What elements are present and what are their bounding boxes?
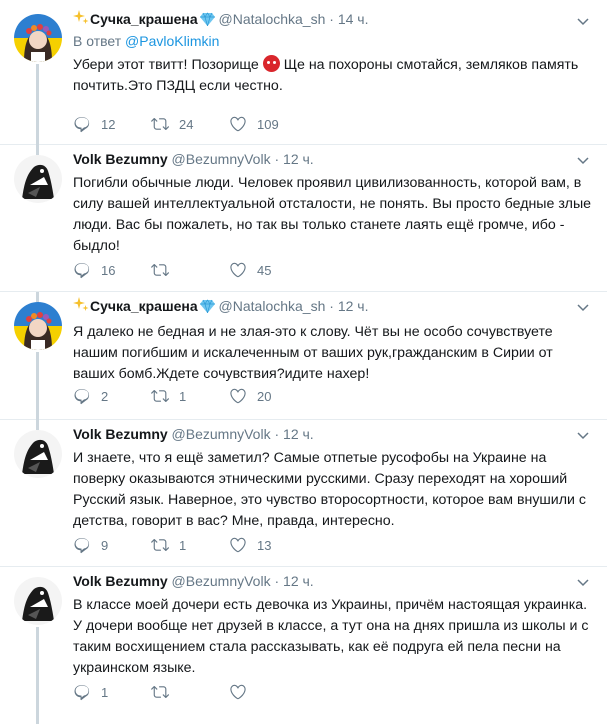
reply-button[interactable]: 9: [73, 536, 151, 554]
tweet-text: И знаете, что я ещё заметил? Самые отпет…: [73, 450, 586, 529]
reply-count: 2: [101, 388, 109, 404]
handle[interactable]: @BezumnyVolk: [172, 151, 271, 167]
heart-icon: [229, 387, 247, 405]
like-count: 20: [257, 388, 272, 404]
reply-count: 16: [101, 262, 116, 278]
like-button[interactable]: 13: [229, 536, 307, 554]
reply-prefix: В ответ: [73, 33, 122, 49]
thread-line: [36, 420, 39, 430]
tweet-3[interactable]: Сучка_крашена @Natalochka_sh · 12 ч. Я д…: [0, 292, 607, 420]
tweet-text-part: Убери этот твитт! Позорище: [73, 57, 263, 73]
display-name[interactable]: Сучка_крашена: [90, 298, 198, 314]
thread-line: [36, 145, 39, 155]
reply-count: 1: [101, 684, 109, 700]
like-button[interactable]: 109: [229, 115, 307, 133]
heart-icon: [229, 683, 247, 701]
chevron-down-icon[interactable]: [577, 579, 589, 587]
retweet-count: 24: [179, 116, 194, 132]
like-count: 13: [257, 537, 272, 553]
thread-line: [36, 292, 39, 302]
tweet-1[interactable]: Сучка_крашена @Natalochka_sh · 14 ч. В о…: [0, 0, 607, 145]
retweet-button[interactable]: [151, 261, 229, 279]
avatar[interactable]: [14, 577, 62, 625]
chevron-down-icon[interactable]: [577, 157, 589, 165]
sparkles-icon: [73, 296, 89, 316]
handle[interactable]: @BezumnyVolk: [172, 573, 271, 589]
timestamp[interactable]: 12 ч.: [283, 151, 314, 167]
reply-icon: [73, 683, 91, 701]
timestamp[interactable]: 12 ч.: [338, 298, 369, 314]
timestamp[interactable]: 12 ч.: [283, 426, 314, 442]
retweet-icon: [151, 387, 169, 405]
retweet-icon: [151, 683, 169, 701]
retweet-icon: [151, 261, 169, 279]
handle[interactable]: @Natalochka_sh: [219, 11, 326, 27]
diamond-icon: [199, 12, 215, 30]
display-name[interactable]: Volk Bezumny: [73, 426, 168, 442]
reply-icon: [73, 536, 91, 554]
heart-icon: [229, 536, 247, 554]
reply-to-link[interactable]: @PavloKlimkin: [125, 33, 219, 49]
retweet-button[interactable]: 1: [151, 387, 229, 405]
thread-line: [36, 352, 39, 420]
avatar[interactable]: [14, 155, 62, 203]
reply-button[interactable]: 16: [73, 261, 151, 279]
thread-line: [36, 64, 39, 145]
thread-line: [36, 627, 39, 724]
display-name[interactable]: Volk Bezumny: [73, 151, 168, 167]
avatar[interactable]: [14, 14, 62, 62]
separator: ·: [274, 573, 280, 589]
like-button[interactable]: [229, 683, 307, 701]
separator: ·: [329, 298, 334, 314]
reply-button[interactable]: 2: [73, 387, 151, 405]
heart-icon: [229, 115, 247, 133]
reply-icon: [73, 387, 91, 405]
display-name[interactable]: Volk Bezumny: [73, 573, 168, 589]
timestamp[interactable]: 14 ч.: [338, 11, 369, 27]
tweet-text: Я далеко не бедная и не злая-это к слову…: [73, 324, 553, 382]
timestamp[interactable]: 12 ч.: [283, 573, 314, 589]
retweet-button[interactable]: 24: [151, 115, 229, 133]
avatar[interactable]: [14, 302, 62, 350]
reply-button[interactable]: 1: [73, 683, 151, 701]
like-count: 45: [257, 262, 272, 278]
like-button[interactable]: 20: [229, 387, 307, 405]
like-count: 109: [257, 116, 279, 132]
reply-icon: [73, 261, 91, 279]
tweet-4[interactable]: Volk Bezumny @BezumnyVolk · 12 ч. И знае…: [0, 420, 607, 567]
tweet-text: Убери этот твитт! Позорище Ще на похорон…: [73, 55, 595, 97]
separator: ·: [274, 151, 280, 167]
separator: ·: [329, 11, 334, 27]
retweet-button[interactable]: [151, 683, 229, 701]
display-name[interactable]: Сучка_крашена: [90, 11, 198, 27]
reply-count: 9: [101, 537, 109, 553]
separator: ·: [274, 426, 280, 442]
angry-face-icon: [262, 55, 280, 72]
handle[interactable]: @Natalochka_sh: [219, 298, 326, 314]
reply-count: 12: [101, 116, 116, 132]
tweet-5[interactable]: Volk Bezumny @BezumnyVolk · 12 ч. В клас…: [0, 567, 607, 724]
diamond-icon: [199, 299, 215, 317]
reply-context: В ответ @PavloKlimkin: [73, 32, 595, 50]
reply-button[interactable]: 12: [73, 115, 151, 133]
retweet-count: 1: [179, 388, 187, 404]
retweet-icon: [151, 536, 169, 554]
retweet-button[interactable]: 1: [151, 536, 229, 554]
chevron-down-icon[interactable]: [577, 432, 589, 440]
like-button[interactable]: 45: [229, 261, 307, 279]
tweet-text: В классе моей дочери есть девочка из Укр…: [73, 597, 589, 676]
retweet-icon: [151, 115, 169, 133]
chevron-down-icon[interactable]: [577, 18, 589, 26]
handle[interactable]: @BezumnyVolk: [172, 426, 271, 442]
heart-icon: [229, 261, 247, 279]
tweet-2[interactable]: Volk Bezumny @BezumnyVolk · 12 ч. Погибл…: [0, 145, 607, 292]
tweet-text: Погибли обычные люди. Человек проявил ци…: [73, 175, 592, 254]
retweet-count: 1: [179, 537, 187, 553]
avatar[interactable]: [14, 430, 62, 478]
sparkles-icon: [73, 9, 89, 29]
reply-icon: [73, 115, 91, 133]
chevron-down-icon[interactable]: [577, 304, 589, 312]
